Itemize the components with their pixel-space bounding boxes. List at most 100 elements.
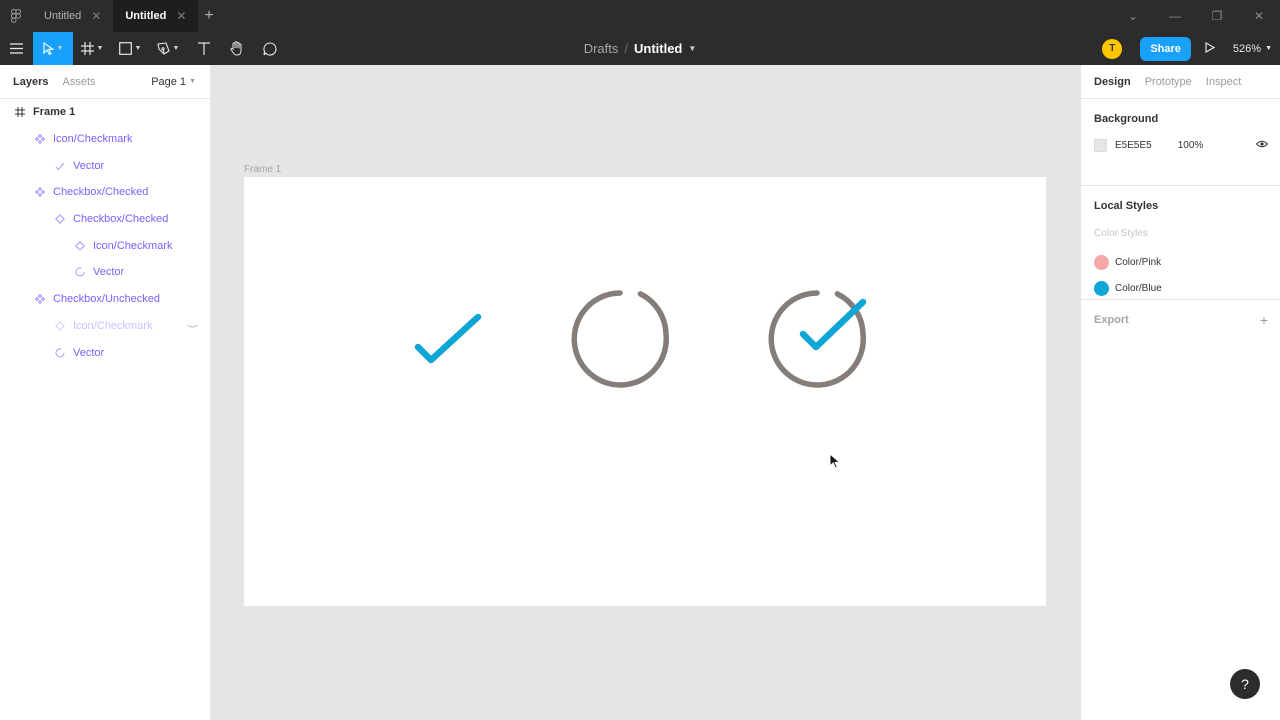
toolbar: ▼ ▼ ▼ ▼ Drafts / Untitled ▼ T Share 526%…: [0, 32, 1280, 65]
frame-tool-button[interactable]: ▼: [73, 32, 111, 65]
shape-tool-button[interactable]: ▼: [111, 32, 149, 65]
layer-frame-1[interactable]: Frame 1: [0, 99, 210, 126]
layer-name: Vector: [73, 346, 105, 359]
background-title: Background: [1094, 113, 1159, 125]
background-section: Background E5E5E5 100%: [1081, 99, 1280, 186]
close-icon[interactable]: ✕: [176, 9, 186, 23]
checkbox-unchecked-component[interactable]: [571, 290, 670, 388]
zoom-level: 526%: [1232, 42, 1262, 55]
export-section: Export +: [1081, 300, 1280, 340]
hamburger-icon: [10, 43, 23, 54]
menu-button[interactable]: [0, 32, 33, 65]
style-color-blue[interactable]: Color/Blue: [1094, 276, 1267, 303]
frame-icon: [13, 105, 27, 119]
tab-bar: Untitled ✕ Untitled ✕ + ⌄ — ❐ ✕: [0, 0, 1280, 32]
comment-bubble-icon: [262, 41, 276, 55]
instance-icon: [53, 212, 67, 226]
vector-check-icon: [53, 159, 67, 173]
share-button[interactable]: Share: [1140, 36, 1191, 61]
checkmark-vector[interactable]: [799, 298, 867, 351]
restore-icon[interactable]: ❐: [1196, 9, 1238, 23]
layer-name: Checkbox/Checked: [53, 186, 149, 199]
layers-panel: Layers Assets Page 1 ▼ Frame 1 Icon/Chec…: [0, 65, 211, 720]
layer-checkbox-checked-component[interactable]: Checkbox/Checked: [0, 179, 210, 206]
checkbox-checked-component[interactable]: [768, 290, 867, 388]
checkbox-ring-vector[interactable]: [571, 290, 670, 388]
add-export-plus-icon[interactable]: +: [1260, 312, 1268, 328]
text-t-icon: [197, 42, 210, 55]
tab-label: Untitled: [44, 10, 82, 22]
mouse-cursor-icon: [829, 452, 842, 474]
hand-icon: [229, 41, 241, 56]
component-icon: [33, 132, 47, 146]
tab-prototype[interactable]: Prototype: [1145, 76, 1192, 88]
minimize-icon[interactable]: —: [1154, 9, 1196, 23]
checkmark-component[interactable]: [414, 313, 482, 364]
export-title: Export: [1094, 314, 1129, 326]
chevron-down-icon[interactable]: ▼: [688, 44, 696, 53]
tab-untitled-1[interactable]: Untitled ✕: [32, 0, 113, 32]
page-name: Page 1: [151, 75, 187, 88]
frame-1[interactable]: [244, 177, 1046, 606]
chevron-down-icon: ▼: [189, 78, 196, 85]
pen-tool-button[interactable]: ▼: [149, 32, 187, 65]
eye-icon[interactable]: [1255, 140, 1269, 151]
layer-icon-checkmark-component[interactable]: Icon/Checkmark: [0, 126, 210, 153]
text-tool-button[interactable]: [187, 32, 220, 65]
checkbox-ring-vector[interactable]: [768, 290, 867, 388]
tab-layers[interactable]: Layers: [13, 76, 48, 88]
right-panel-tabs: Design Prototype Inspect: [1081, 65, 1280, 99]
window-controls: ⌄ — ❐ ✕: [1112, 0, 1280, 32]
tab-inspect[interactable]: Inspect: [1206, 76, 1241, 88]
background-swatch[interactable]: [1094, 139, 1107, 152]
present-play-icon[interactable]: [1205, 41, 1216, 56]
component-icon: [33, 185, 47, 199]
layer-vector[interactable]: Vector: [0, 152, 210, 179]
instance-icon: [73, 239, 87, 253]
tab-untitled-2[interactable]: Untitled ✕: [113, 0, 199, 32]
background-opacity-input[interactable]: 100%: [1178, 140, 1204, 151]
close-icon[interactable]: ✕: [91, 9, 101, 23]
window-close-icon[interactable]: ✕: [1238, 9, 1280, 23]
layer-name: Vector: [73, 159, 105, 172]
component-icon: [33, 292, 47, 306]
style-name: Color/Blue: [1115, 283, 1162, 295]
move-tool-button[interactable]: ▼: [33, 32, 73, 65]
background-hex-input[interactable]: E5E5E5: [1115, 140, 1152, 151]
figma-logo-icon[interactable]: [0, 0, 32, 32]
left-panel-tabs: Layers Assets Page 1 ▼: [0, 65, 210, 99]
layer-vector[interactable]: Vector: [0, 339, 210, 366]
pen-icon: [156, 42, 170, 55]
tab-label: Untitled: [125, 10, 167, 22]
comment-tool-button[interactable]: [253, 32, 286, 65]
page-selector[interactable]: Page 1 ▼: [151, 76, 196, 88]
layer-name: Frame 1: [33, 106, 76, 119]
layer-checkbox-unchecked-component[interactable]: Checkbox/Unchecked: [0, 286, 210, 313]
tab-assets[interactable]: Assets: [62, 76, 95, 88]
frame-artwork: [414, 290, 867, 388]
layer-name: Checkbox/Checked: [73, 213, 169, 226]
design-panel: Design Prototype Inspect Background E5E5…: [1080, 65, 1280, 720]
layer-icon-checkmark-instance[interactable]: Icon/Checkmark: [0, 232, 210, 259]
frame-label[interactable]: Frame 1: [244, 164, 281, 175]
help-button[interactable]: ?: [1230, 669, 1260, 699]
toolbar-right: T Share 526% ▼: [1102, 32, 1280, 65]
breadcrumb-drafts-link[interactable]: Drafts: [584, 41, 619, 56]
layer-vector[interactable]: Vector: [0, 259, 210, 286]
canvas[interactable]: Frame 1: [211, 65, 1080, 720]
zoom-dropdown[interactable]: 526% ▼: [1233, 43, 1272, 55]
tab-design[interactable]: Design: [1094, 76, 1131, 88]
layer-checkbox-checked-instance[interactable]: Checkbox/Checked: [0, 206, 210, 233]
hand-tool-button[interactable]: [220, 32, 253, 65]
checkmark-vector[interactable]: [414, 313, 482, 364]
avatar[interactable]: T: [1102, 38, 1123, 59]
style-color-pink[interactable]: Color/Pink: [1094, 249, 1267, 276]
layer-name: Icon/Checkmark: [93, 239, 173, 252]
hidden-eye-icon[interactable]: [187, 321, 198, 331]
layer-icon-checkmark-hidden[interactable]: Icon/Checkmark: [0, 313, 210, 340]
file-title[interactable]: Untitled: [634, 41, 682, 56]
new-tab-plus-icon[interactable]: +: [198, 7, 219, 25]
style-name: Color/Pink: [1115, 256, 1162, 268]
chevron-down-icon[interactable]: ⌄: [1112, 9, 1154, 23]
layer-name: Icon/Checkmark: [73, 319, 153, 332]
